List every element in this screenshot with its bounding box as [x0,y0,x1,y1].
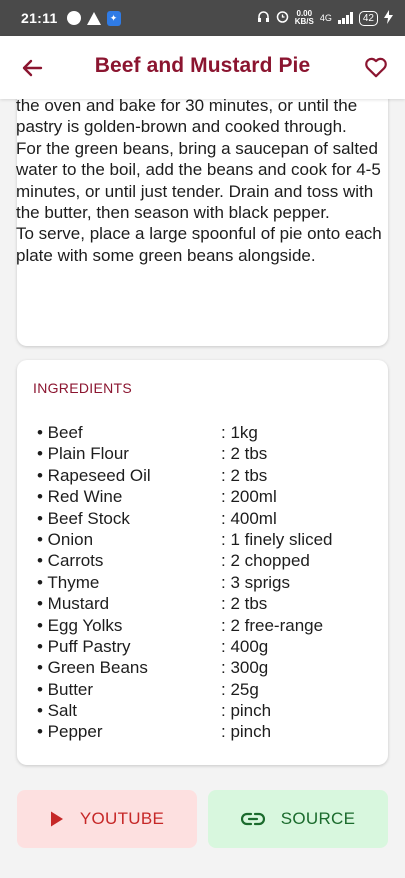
ingredient-row: • Beef Stock : 400ml [37,508,377,529]
ingredients-heading: INGREDIENTS [33,380,132,396]
instructions-text: the oven and bake for 30 minutes, or unt… [16,95,393,266]
ingredient-row: • Green Beans : 300g [37,657,377,678]
ingredient-row: • Plain Flour : 2 tbs [37,443,377,464]
ingredients-card: INGREDIENTS • Beef : 1kg • Plain Flour : 2… [17,360,388,765]
network-type: 4G [319,13,332,23]
ingredient-name: • Pepper [37,722,103,742]
ingredient-name: • Puff Pastry [37,636,131,656]
ingredient-name: • Butter [37,679,94,699]
status-time: 21:11 [21,10,58,26]
source-button-label: SOURCE [280,809,356,828]
instruction-paragraph: the oven and bake for 30 minutes, or unt… [16,96,358,137]
battery-level: 42 [358,10,378,26]
ingredient-quantity: : 2 tbs [221,465,268,485]
ingredient-row: • Butter : 25g [37,679,377,700]
ingredient-name: • Thyme [37,572,100,592]
ingredient-name: • Green Beans [37,658,148,678]
status-bar: 21:11 ✦ 0.00 KB/S 4G 42 [0,0,405,36]
ingredient-row: • Rapeseed Oil : 2 tbs [37,465,377,486]
speed-unit: KB/S [294,17,314,26]
ingredient-quantity: : 1 finely sliced [221,529,333,549]
link-icon [240,812,265,826]
ingredient-name: • Onion [37,529,94,549]
ingredient-row: • Beef : 1kg [37,422,377,443]
ingredient-row: • Mustard : 2 tbs [37,593,377,614]
heart-outline-icon [365,57,387,78]
ingredient-name: • Red Wine [37,487,123,507]
page-title: Beef and Mustard Pie [94,54,311,77]
instruction-paragraph: For the green beans, bring a saucepan of… [16,138,381,223]
ingredient-name: • Egg Yolks [37,615,123,635]
ingredient-name: • Rapeseed Oil [37,465,151,485]
ingredient-quantity: : 400g [221,636,269,656]
ingredient-row: • Salt : pinch [37,700,377,721]
ingredient-quantity: : 2 chopped [221,551,310,571]
app-bar: Beef and Mustard Pie [0,36,405,99]
ingredient-quantity: : 2 tbs [221,594,268,614]
ingredient-name: • Beef [37,423,83,442]
ingredient-name: • Carrots [37,551,104,571]
ingredient-name: • Salt [37,701,77,721]
ingredient-row: • Pepper : pinch [37,721,377,742]
ingredient-name: • Plain Flour [37,444,129,464]
ingredient-row: • Thyme : 3 sprigs [37,572,377,593]
ingredient-row: • Onion : 1 finely sliced [37,529,377,550]
ingredient-row: • Carrots : 2 chopped [37,550,377,571]
ingredient-row: • Egg Yolks : 2 free-range [37,615,377,636]
ingredient-quantity: : 400ml [221,508,277,528]
charging-icon [384,9,393,27]
favorite-button[interactable] [361,52,391,82]
ingredient-row: • Puff Pastry : 400g [37,636,377,657]
ingredient-quantity: : pinch [221,701,272,721]
ingredients-list: • Beef : 1kg • Plain Flour : 2 tbs • Rapes… [37,422,377,743]
youtube-button[interactable]: YOUTUBE [17,790,197,848]
headphones-icon [257,10,270,26]
ingredient-row: • Red Wine : 200ml [37,486,377,507]
ingredient-name: • Beef Stock [37,508,130,528]
ingredient-quantity: : 2 free-range [221,615,324,635]
ingredient-quantity: : 300g [221,658,269,678]
source-button[interactable]: SOURCE [208,790,388,848]
messenger-icon [66,11,81,25]
ingredient-quantity: : 1kg [221,423,258,442]
warning-icon [86,11,101,25]
signal-icon [337,12,353,24]
ingredient-name: • Mustard [37,594,110,614]
ingredient-quantity: : 2 tbs [221,444,268,464]
play-icon [50,811,64,827]
instruction-paragraph: To serve, place a large spoonful of pie … [16,224,382,265]
alarm-icon [276,10,289,26]
shield-icon: ✦ [106,10,121,26]
ingredient-quantity: : 25g [221,679,259,699]
ingredient-quantity: : 200ml [221,487,277,507]
network-speed: 0.00 KB/S [295,10,314,26]
ingredient-quantity: : 3 sprigs [221,572,290,592]
ingredient-quantity: : pinch [221,722,272,742]
youtube-button-label: YOUTUBE [79,809,165,828]
